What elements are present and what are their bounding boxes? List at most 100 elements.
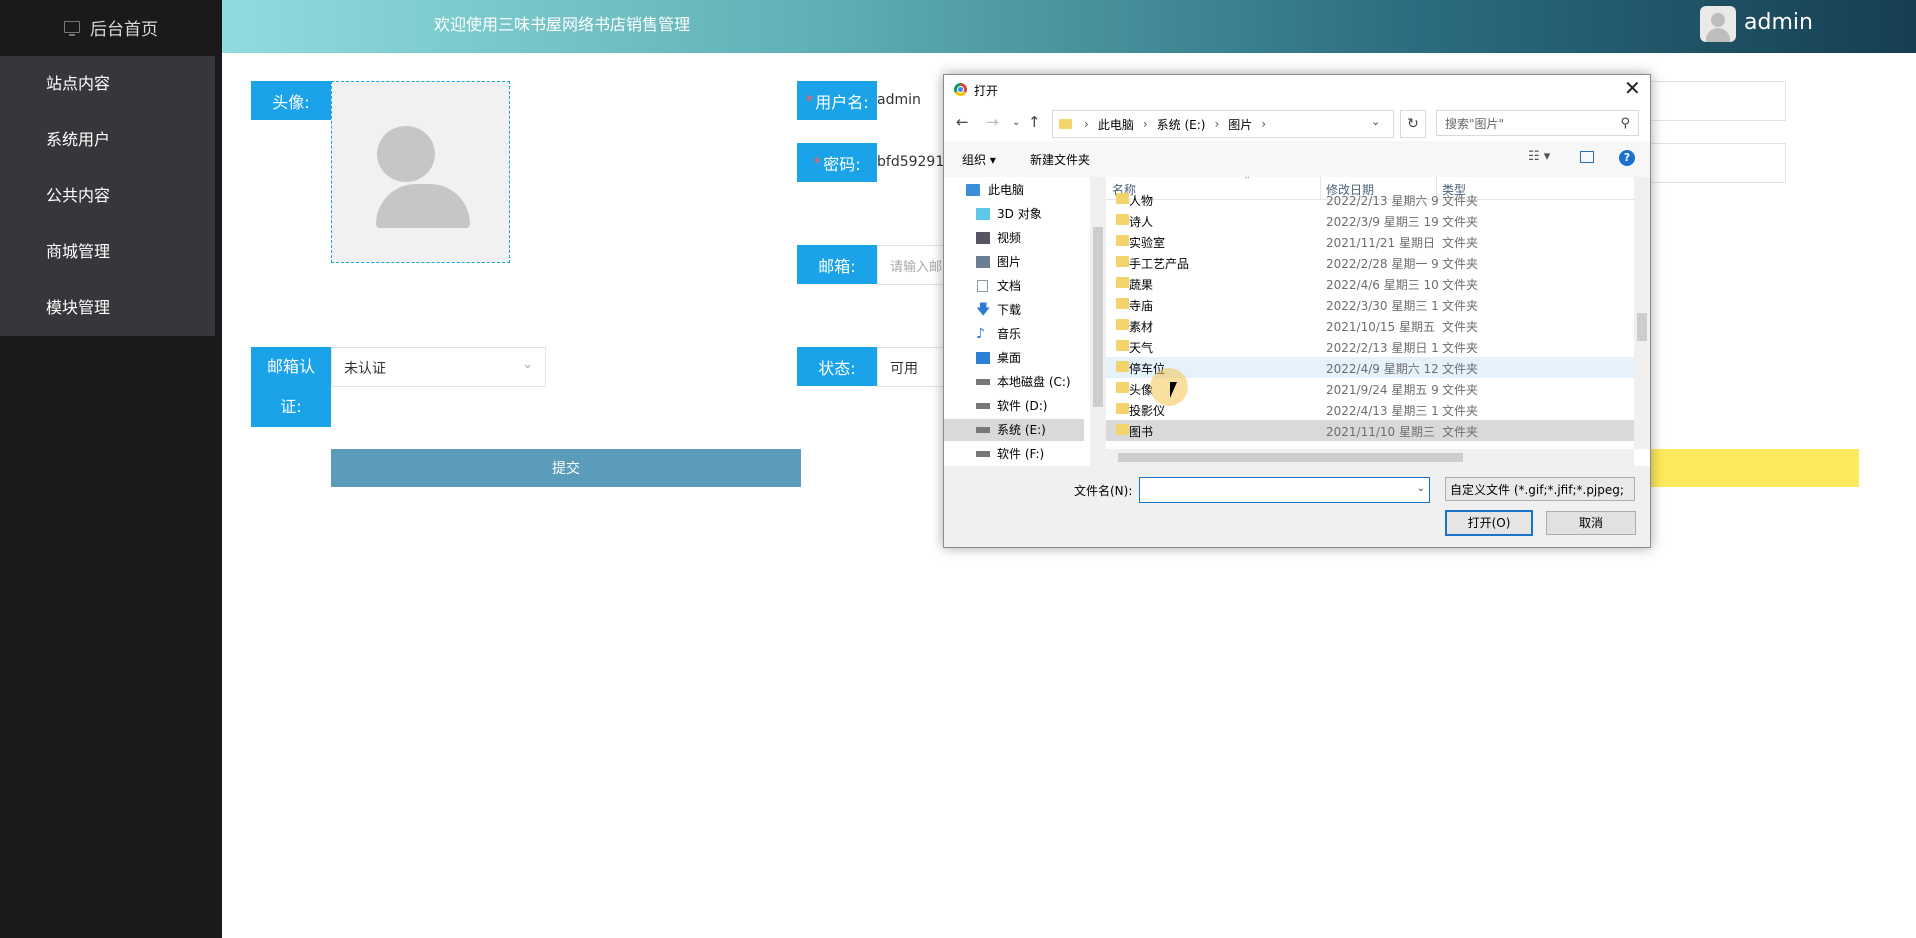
folder-icon: [1116, 424, 1129, 435]
tree-item-drive-c[interactable]: 本地磁盘 (C:): [944, 371, 1084, 393]
file-type: 文件夹: [1442, 278, 1479, 292]
dialog-titlebar: 打开 ✕: [944, 75, 1650, 105]
cube-icon: [976, 208, 990, 220]
drive-icon: [976, 427, 990, 433]
tree-item-drive-d[interactable]: 软件 (D:): [944, 395, 1084, 417]
avatar-placeholder-body: [376, 184, 470, 228]
up-arrow-icon[interactable]: ↑: [1028, 113, 1041, 131]
forward-arrow-icon[interactable]: →: [986, 113, 999, 131]
cancel-button[interactable]: 取消: [1546, 511, 1636, 535]
file-type: 文件夹: [1442, 215, 1479, 229]
file-type: 文件夹: [1442, 425, 1479, 439]
file-name: 寺庙: [1129, 299, 1154, 313]
file-list-vscrollbar[interactable]: [1634, 177, 1650, 449]
user-avatar[interactable]: [1700, 6, 1736, 42]
refresh-button[interactable]: ↻: [1400, 110, 1426, 138]
chrome-icon: [954, 83, 967, 96]
file-row[interactable]: 停车位2022/4/9 星期六 12:39文件夹: [1106, 357, 1634, 378]
back-arrow-icon[interactable]: ←: [956, 113, 969, 131]
search-input[interactable]: 搜索"图片" ⚲: [1436, 110, 1639, 136]
file-row[interactable]: 天气 2022/2/13 星期日 10:... 文件夹: [1106, 336, 1634, 357]
computer-icon: [966, 184, 980, 196]
tree-item-documents[interactable]: 文档: [944, 275, 1084, 297]
email-placeholder: 请输入邮: [890, 260, 943, 275]
email-verify-select[interactable]: 未认证 ⌄: [331, 347, 546, 387]
sidebar-item-module-management[interactable]: 模块管理: [0, 280, 215, 336]
tree-item-videos[interactable]: 视频: [944, 227, 1084, 249]
view-options-icon[interactable]: ☷ ▾: [1528, 149, 1550, 164]
file-date: 2022/2/28 星期一 9:19: [1326, 257, 1438, 271]
preview-pane-icon[interactable]: [1580, 151, 1594, 163]
breadcrumb-item[interactable]: 系统 (E:): [1157, 116, 1206, 133]
filetype-select[interactable]: 自定义文件 (*.gif;*.jfif;*.pjpeg;: [1445, 477, 1635, 501]
submit-button[interactable]: 提交: [331, 449, 801, 487]
file-date: 2021/10/15 星期五 9:...: [1326, 320, 1438, 334]
sidebar-item-site-content[interactable]: 站点内容: [0, 56, 215, 112]
file-date: 2022/3/9 星期三 19:20: [1326, 215, 1438, 229]
recent-locations-icon[interactable]: ⌄: [1012, 117, 1020, 128]
tree-item-drive-f[interactable]: 软件 (F:): [944, 443, 1084, 465]
sidebar-menu: 站点内容 系统用户 公共内容 商城管理 模块管理: [0, 56, 215, 336]
file-date: 2022/2/13 星期日 10:...: [1326, 341, 1438, 355]
help-icon[interactable]: ?: [1619, 150, 1635, 166]
home-link[interactable]: 后台首页: [0, 0, 222, 54]
file-row[interactable]: 手工艺产品 2022/2/28 星期一 9:19 文件夹: [1106, 252, 1634, 273]
status-value: 可用: [890, 361, 918, 377]
sidebar-item-public-content[interactable]: 公共内容: [0, 168, 215, 224]
file-row[interactable]: 投影仪 2022/4/13 星期三 11:... 文件夹: [1106, 399, 1634, 420]
search-icon: ⚲: [1620, 116, 1630, 131]
file-name: 手工艺产品: [1129, 257, 1190, 271]
username-value[interactable]: admin: [877, 92, 921, 108]
email-verify-label: 邮箱认 证:: [251, 347, 331, 427]
folder-icon: [1116, 277, 1129, 288]
tree-item-pictures[interactable]: 图片: [944, 251, 1084, 273]
file-date: 2021/11/21 星期日 1...: [1326, 236, 1438, 250]
tree-item-music[interactable]: ♪ 音乐: [944, 323, 1084, 345]
sort-up-icon: ⌃: [1243, 177, 1252, 186]
breadcrumb-item[interactable]: 此电脑: [1098, 116, 1134, 133]
email-input[interactable]: 请输入邮: [877, 245, 945, 285]
reset-button[interactable]: [1646, 449, 1859, 487]
sidebar-item-mall-management[interactable]: 商城管理: [0, 224, 215, 280]
sidebar-item-system-users[interactable]: 系统用户: [0, 112, 215, 168]
file-row[interactable]: 图书 2021/11/10 星期三 9:... 文件夹: [1106, 420, 1634, 441]
file-date: 2022/2/13 星期六 9:14: [1326, 194, 1438, 208]
tree-item-downloads[interactable]: 🡇 下载: [944, 299, 1084, 321]
chevron-down-icon[interactable]: ⌄: [1417, 483, 1425, 494]
video-icon: [976, 232, 990, 244]
close-icon[interactable]: ✕: [1624, 78, 1641, 98]
organize-button[interactable]: 组织 ▾: [962, 151, 996, 168]
open-button[interactable]: 打开(O): [1445, 510, 1533, 536]
file-row[interactable]: 素材 2021/10/15 星期五 9:... 文件夹: [1106, 315, 1634, 336]
folder-icon: [1116, 403, 1129, 414]
header-username[interactable]: admin: [1744, 10, 1813, 35]
tree-item-this-pc[interactable]: 此电脑: [944, 179, 1084, 201]
password-field-edge[interactable]: [1648, 143, 1786, 183]
avatar-upload[interactable]: [331, 81, 510, 263]
file-row[interactable]: 蔬果 2022/4/6 星期三 10:41 文件夹: [1106, 273, 1634, 294]
file-name: 蔬果: [1129, 278, 1154, 292]
new-folder-button[interactable]: 新建文件夹: [1030, 151, 1090, 168]
filename-input[interactable]: ⌄: [1139, 477, 1430, 503]
file-row[interactable]: 寺庙 2022/3/30 星期三 10:... 文件夹: [1106, 294, 1634, 315]
status-select[interactable]: 可用: [877, 347, 945, 387]
drive-icon: [976, 379, 990, 385]
filename-label: 文件名(N):: [1074, 484, 1133, 498]
address-bar[interactable]: › 此电脑 › 系统 (E:) › 图片 › ⌄: [1052, 110, 1394, 138]
file-list-hscrollbar[interactable]: [1106, 449, 1634, 466]
file-row[interactable]: 人物 2022/2/13 星期六 9:14 文件夹: [1106, 189, 1634, 210]
password-value[interactable]: bfd59291e: [877, 154, 953, 170]
file-name: 人物: [1129, 194, 1154, 208]
username-field-edge[interactable]: [1648, 81, 1786, 121]
folder-icon: [1116, 214, 1129, 225]
tree-scrollbar[interactable]: [1090, 177, 1106, 466]
tree-item-3d-objects[interactable]: 3D 对象: [944, 203, 1084, 225]
breadcrumb-item[interactable]: 图片: [1228, 116, 1252, 133]
tree-item-drive-e[interactable]: 系统 (E:): [944, 419, 1084, 441]
file-row[interactable]: 实验室 2021/11/21 星期日 1... 文件夹: [1106, 231, 1634, 252]
chevron-down-icon[interactable]: ⌄: [1371, 115, 1380, 128]
tree-item-desktop[interactable]: 桌面: [944, 347, 1084, 369]
folder-icon: [1116, 340, 1129, 351]
file-row[interactable]: 诗人 2022/3/9 星期三 19:20 文件夹: [1106, 210, 1634, 231]
dialog-toolbar: 组织 ▾ 新建文件夹 ☷ ▾ ?: [944, 141, 1650, 178]
